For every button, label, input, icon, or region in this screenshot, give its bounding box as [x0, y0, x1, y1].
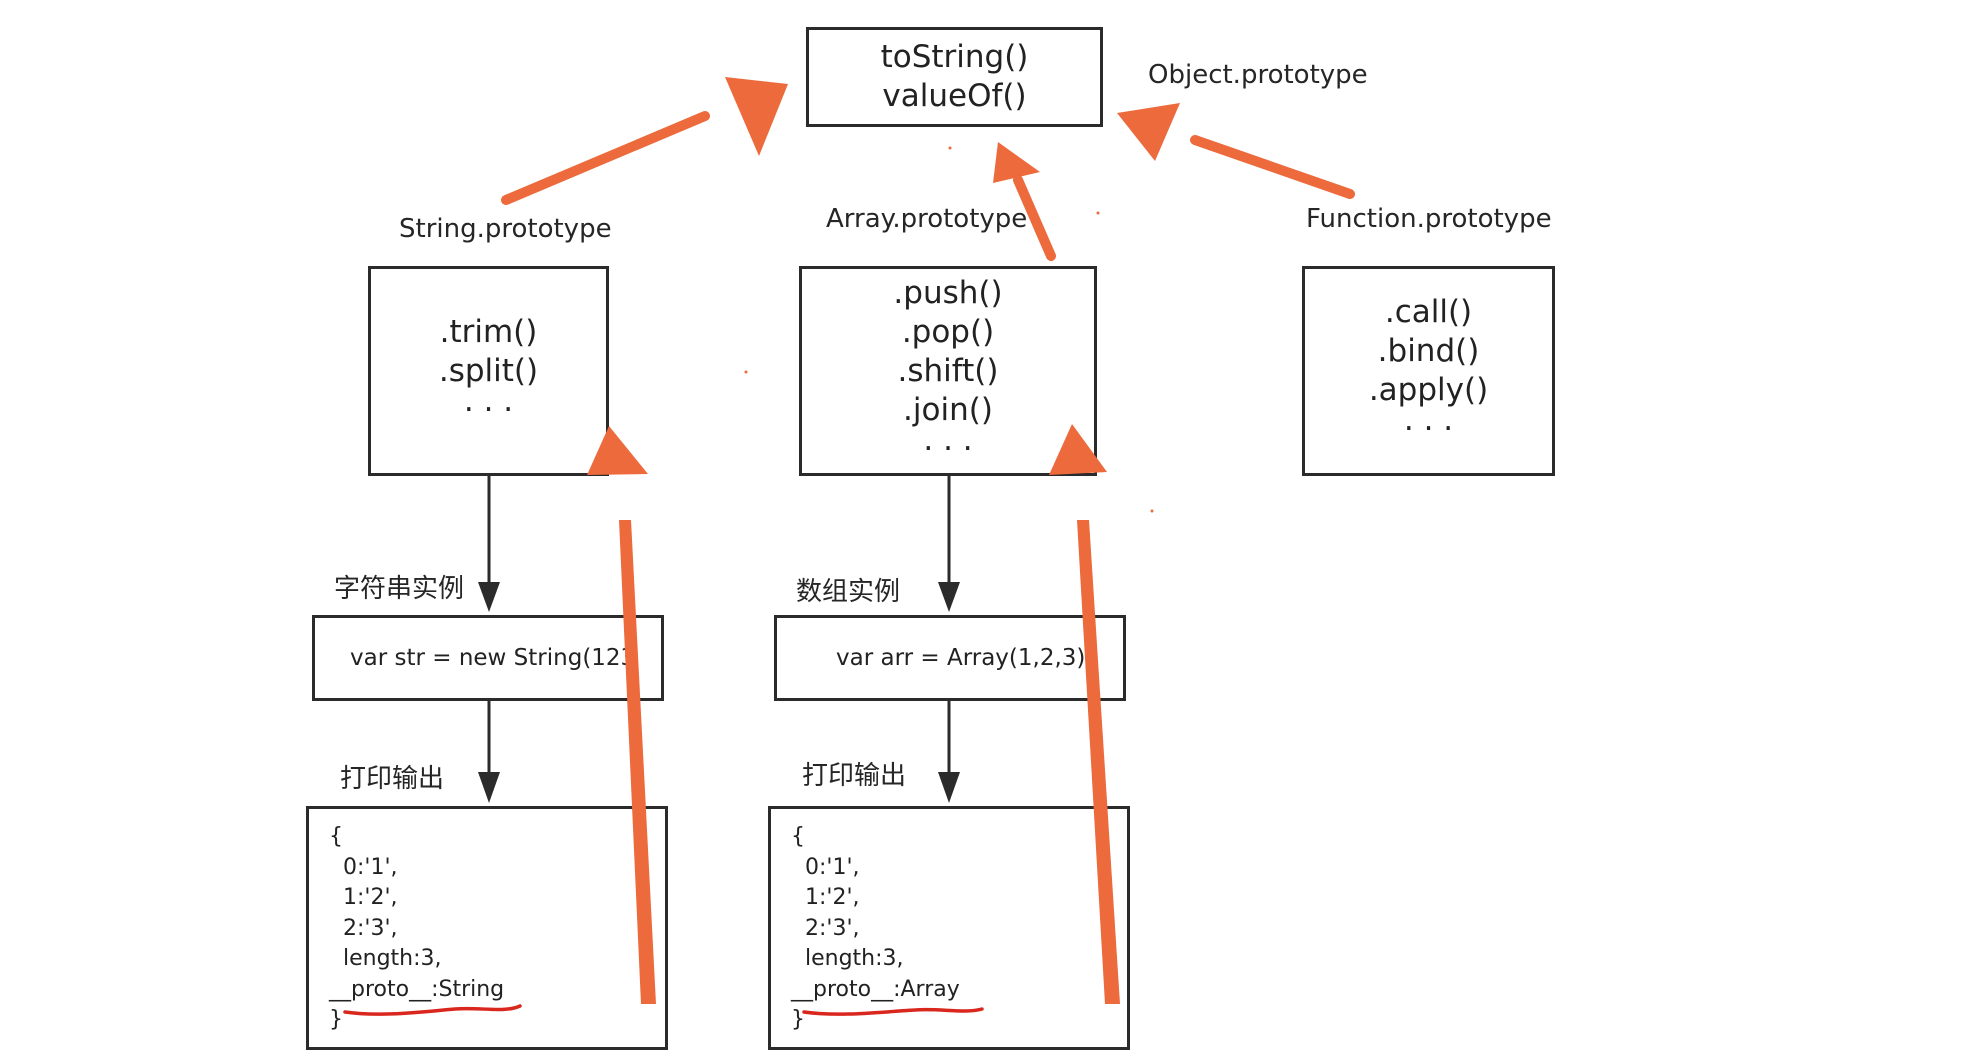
- array-method-shift: .shift(): [897, 352, 999, 389]
- array-down-connector-1: [938, 476, 960, 612]
- prototype-chain-diagram: toString() valueOf() Object.prototype St…: [0, 0, 1972, 1064]
- object-prototype-box: toString() valueOf(): [806, 27, 1103, 127]
- array-instance-box: var arr = Array(1,2,3): [774, 615, 1126, 701]
- array-prototype-box: .push() .pop() .shift() .join() · · ·: [799, 266, 1097, 476]
- function-method-apply: .apply(): [1368, 372, 1489, 408]
- array-instance-label: 数组实例: [796, 577, 901, 607]
- function-method-ellipsis: · · ·: [1403, 411, 1454, 447]
- string-to-object-arrow: [501, 77, 788, 205]
- array-method-join: .join(): [903, 391, 993, 428]
- string-down-connector-2: [478, 701, 500, 803]
- stray-mark: [948, 146, 952, 150]
- function-to-object-arrow: [1117, 103, 1355, 199]
- string-output-line: length:3,: [329, 946, 442, 971]
- string-instance-label: 字符串实例: [334, 574, 465, 604]
- array-output-box: { 0:'1', 1:'2', 2:'3', length:3, __proto…: [768, 806, 1130, 1050]
- stray-mark: [1150, 509, 1154, 513]
- object-method-valueof: valueOf(): [882, 78, 1027, 114]
- array-instance-code: var arr = Array(1,2,3): [836, 645, 1086, 671]
- string-output-label: 打印输出: [340, 764, 445, 794]
- function-method-bind: .bind(): [1377, 333, 1480, 369]
- array-output-line: {: [791, 824, 805, 849]
- function-prototype-box: .call() .bind() .apply() · · ·: [1302, 266, 1555, 476]
- string-output-box: { 0:'1', 1:'2', 2:'3', length:3, __proto…: [306, 806, 668, 1050]
- array-output-proto-line: __proto__:Array: [791, 976, 960, 1002]
- string-method-trim: .trim(): [439, 313, 538, 350]
- object-method-tostring: toString(): [880, 39, 1029, 75]
- function-prototype-label: Function.prototype: [1306, 204, 1552, 234]
- array-output-line: }: [791, 1007, 805, 1032]
- array-output-line: 0:'1',: [791, 854, 860, 880]
- string-down-connector-1: [478, 476, 500, 612]
- string-method-split: .split(): [438, 352, 539, 389]
- string-method-ellipsis: · · ·: [463, 391, 514, 428]
- string-output-line: {: [329, 824, 343, 849]
- array-to-object-arrow: [993, 142, 1056, 261]
- stray-mark: [744, 370, 748, 374]
- stray-mark: [1096, 211, 1100, 215]
- function-method-call: .call(): [1384, 294, 1473, 330]
- array-prototype-label: Array.prototype: [826, 204, 1028, 234]
- string-instance-box: var str = new String(123: [312, 615, 664, 701]
- array-output-line: 2:'3',: [791, 915, 860, 941]
- string-output-line: 1:'2',: [329, 885, 398, 910]
- string-output-proto-line: __proto__:String: [329, 976, 505, 1002]
- string-output-line: 0:'1',: [329, 854, 398, 880]
- array-method-ellipsis: · · ·: [923, 430, 973, 467]
- array-output-line: 1:'2',: [791, 885, 860, 910]
- array-down-connector-2: [938, 701, 960, 803]
- string-prototype-label: String.prototype: [399, 214, 612, 244]
- array-output-line: length:3,: [791, 946, 904, 971]
- string-instance-code: var str = new String(123: [350, 645, 636, 671]
- array-method-push: .push(): [893, 274, 1003, 311]
- array-output-label: 打印输出: [802, 761, 907, 791]
- object-prototype-label: Object.prototype: [1148, 60, 1368, 90]
- string-output-line: 2:'3',: [329, 915, 398, 941]
- string-prototype-box: .trim() .split() · · ·: [368, 266, 609, 476]
- array-method-pop: .pop(): [901, 313, 995, 350]
- string-output-line: }: [329, 1007, 343, 1032]
